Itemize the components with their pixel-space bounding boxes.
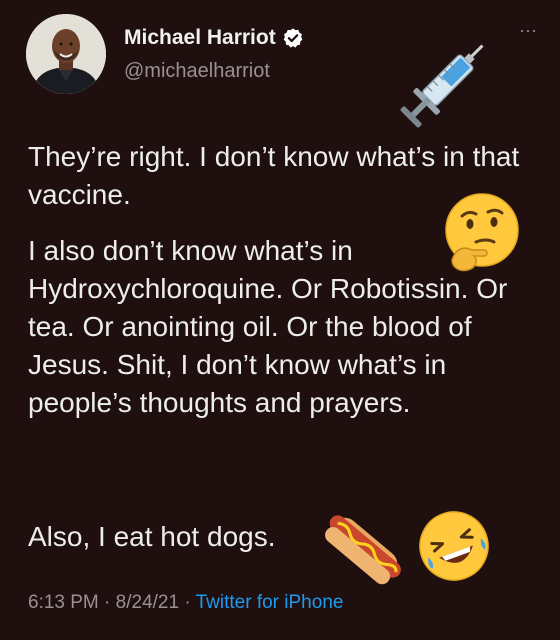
tweet-source-link[interactable]: Twitter for iPhone — [196, 592, 344, 613]
author-handle[interactable]: @michaelharriot — [124, 60, 270, 83]
tweet-text-paragraph-3: Also, I eat hot dogs. — [28, 521, 276, 552]
metadata-separator: · — [184, 592, 191, 613]
tweet-time[interactable]: 6:13 PM — [28, 592, 99, 613]
author-name-row: Michael Harriot — [124, 26, 304, 50]
metadata-separator: · — [104, 592, 111, 613]
verified-badge-icon — [283, 28, 303, 48]
syringe-icon — [400, 44, 484, 128]
avatar[interactable] — [26, 14, 106, 94]
tweet-date[interactable]: 8/24/21 — [116, 592, 179, 613]
author-display-name[interactable]: Michael Harriot — [124, 26, 276, 50]
tweet-text-paragraph-2: I also don’t know what’s in Hydroxychlor… — [28, 235, 508, 418]
tweet-card: Michael Harriot @michaelharriot ⋯ They’r… — [0, 0, 560, 640]
more-options-icon[interactable]: ⋯ — [519, 22, 538, 40]
tweet-text-paragraph-1: They’re right. I don’t know what’s in th… — [28, 141, 520, 210]
tweet-metadata: 6:13 PM · 8/24/21 · Twitter for iPhone — [28, 592, 343, 614]
